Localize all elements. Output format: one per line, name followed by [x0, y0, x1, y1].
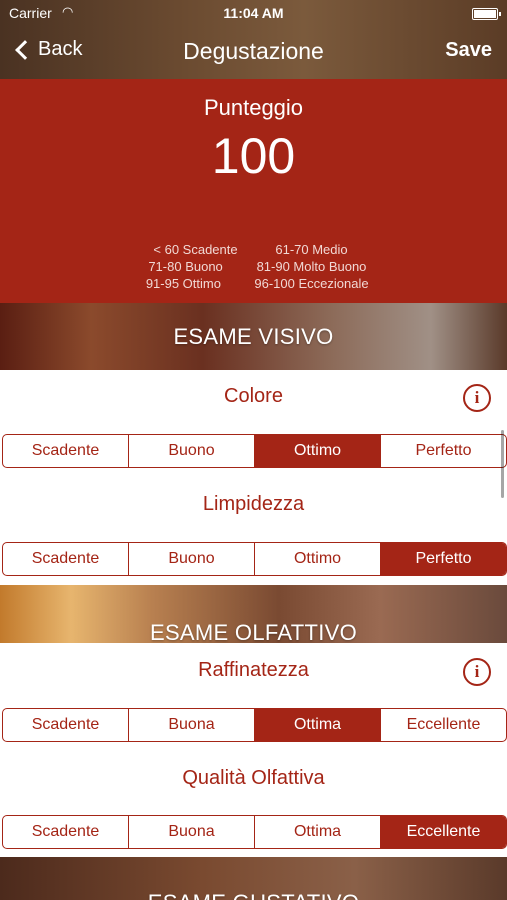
battery-icon [472, 8, 501, 20]
status-bar: Carrier ◠ 11:04 AM [0, 4, 507, 23]
question-title-limpidezza: Limpidezza [202, 493, 305, 515]
section-title: ESAME GUSTATIVO [0, 890, 507, 900]
question-title-raffinatezza: Raffinatezza [198, 659, 309, 681]
scroll-indicator[interactable] [501, 430, 504, 498]
navigation-bar: Carrier ◠ 11:04 AM Back Degustazione Sav… [0, 0, 507, 79]
segment-option[interactable]: Buona [129, 709, 255, 741]
legend-item: 96-100 Eccezionale [254, 276, 369, 291]
question-title-qualita-olfattiva: Qualità Olfattiva [182, 767, 325, 789]
section-title: ESAME VISIVO [173, 324, 334, 349]
segment-option-selected[interactable]: Ottima [255, 709, 381, 741]
segment-option[interactable]: Scadente [3, 709, 129, 741]
legend-item: 91-95 Ottimo [145, 276, 221, 291]
segmented-control-qualita-olfattiva: Scadente Buona Ottima Eccellente [2, 815, 507, 849]
save-button[interactable]: Save [445, 39, 492, 62]
section-header-visivo: ESAME VISIVO [0, 303, 507, 370]
legend-item: < 60 Scadente [153, 242, 238, 257]
segment-option[interactable]: Scadente [3, 543, 129, 575]
segmented-control-limpidezza: Scadente Buono Ottimo Perfetto [2, 542, 507, 576]
segment-option[interactable]: Buono [129, 435, 255, 467]
segmented-control-colore: Scadente Buono Ottimo Perfetto [2, 434, 507, 468]
segment-option[interactable]: Perfetto [381, 435, 506, 467]
segment-option[interactable]: Ottima [255, 816, 381, 848]
score-panel: Punteggio 100 < 60 Scadente 61-70 Medio … [0, 79, 507, 303]
section-title: ESAME OLFATTIVO [149, 620, 358, 643]
score-legend: < 60 Scadente 61-70 Medio 71-80 Buono 81… [0, 242, 507, 293]
segment-option[interactable]: Scadente [3, 435, 129, 467]
legend-item: 81-90 Molto Buono [256, 259, 367, 274]
page-title: Degustazione [183, 38, 324, 64]
score-label: Punteggio [203, 95, 304, 120]
score-value: 100 [211, 128, 296, 184]
segment-option[interactable]: Scadente [3, 816, 129, 848]
question-title-colore: Colore [224, 385, 283, 407]
section-header-gustativo: ESAME GUSTATIVO [0, 857, 507, 900]
clock: 11:04 AM [223, 5, 284, 21]
segment-option-selected[interactable]: Eccellente [381, 816, 506, 848]
legend-item: 61-70 Medio [275, 242, 348, 257]
segment-option[interactable]: Buono [129, 543, 255, 575]
segment-option[interactable]: Eccellente [381, 709, 506, 741]
segment-option-selected[interactable]: Ottimo [255, 435, 381, 467]
info-icon[interactable]: i [463, 658, 491, 686]
info-icon[interactable]: i [463, 384, 491, 412]
segment-option[interactable]: Ottimo [255, 543, 381, 575]
legend-item: 71-80 Buono [148, 259, 223, 274]
segment-option-selected[interactable]: Perfetto [381, 543, 506, 575]
segmented-control-raffinatezza: Scadente Buona Ottima Eccellente [2, 708, 507, 742]
segment-option[interactable]: Buona [129, 816, 255, 848]
section-header-olfattivo: ESAME OLFATTIVO [0, 585, 507, 643]
